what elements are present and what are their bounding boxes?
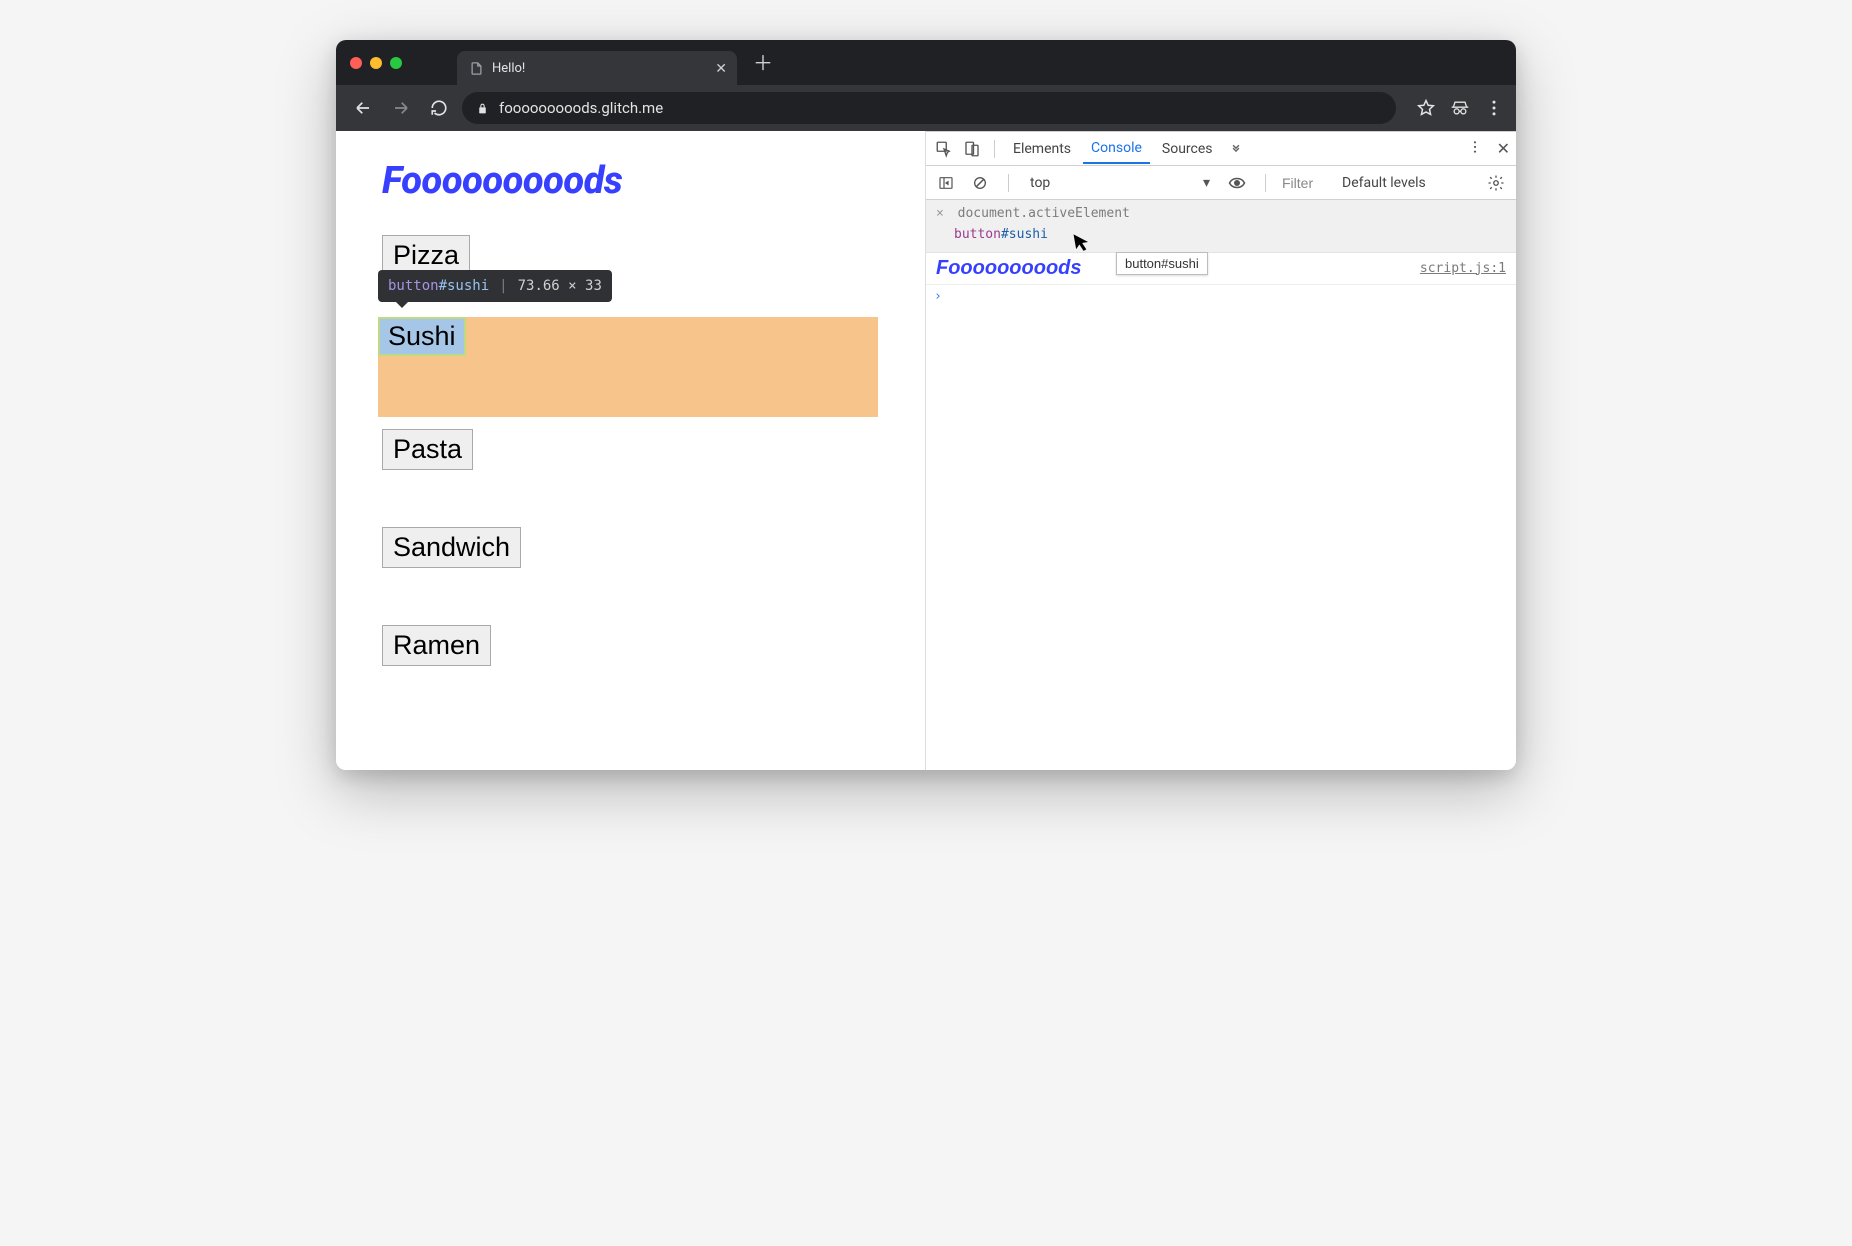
log-message: Fooooooooods: [936, 257, 1082, 280]
filter-input[interactable]: [1282, 175, 1332, 191]
close-tab-button[interactable]: ✕: [715, 60, 727, 77]
close-window-button[interactable]: [350, 57, 362, 69]
food-item: Sandwich: [382, 527, 879, 625]
browser-window: Hello! ✕ ＋ fooooooooods.glitch.me: [336, 40, 1516, 770]
reload-button[interactable]: [424, 93, 454, 123]
console-sidebar-toggle[interactable]: [934, 171, 958, 195]
sushi-button[interactable]: Sushi: [380, 319, 464, 354]
tab-elements[interactable]: Elements: [1005, 134, 1079, 163]
address-bar[interactable]: fooooooooods.glitch.me: [462, 92, 1396, 124]
console-output: × document.activeElement button#sushi Fo…: [926, 200, 1516, 770]
food-item-highlighted: button#sushi | 73.66 × 33 Sushi: [382, 317, 879, 427]
cursor-icon: [1072, 231, 1091, 253]
tab-sources[interactable]: Sources: [1154, 134, 1221, 163]
bookmark-star-button[interactable]: [1416, 98, 1436, 118]
devtools-panel: Elements Console Sources ✕: [926, 131, 1516, 770]
console-log-row: Fooooooooods script.js:1: [926, 253, 1516, 285]
console-toolbar: top ▾ Default levels: [926, 166, 1516, 200]
tooltip-dimensions: 73.66 × 33: [518, 278, 602, 294]
close-eager-button[interactable]: ×: [936, 206, 944, 221]
sandwich-button[interactable]: Sandwich: [382, 527, 521, 568]
eager-result-id: #sushi: [1001, 227, 1048, 242]
pasta-button[interactable]: Pasta: [382, 429, 473, 470]
new-tab-button[interactable]: ＋: [753, 53, 773, 73]
devtools-settings-button[interactable]: [1467, 139, 1483, 159]
inspect-element-button[interactable]: [932, 137, 956, 161]
live-expression-button[interactable]: [1225, 171, 1249, 195]
padding-overlay: Sushi: [378, 317, 466, 356]
food-item: Pasta: [382, 429, 879, 527]
maximize-window-button[interactable]: [390, 57, 402, 69]
browser-tab[interactable]: Hello! ✕: [457, 51, 737, 85]
page-heading: Fooooooooods: [382, 159, 879, 203]
log-levels-selector[interactable]: Default levels: [1342, 175, 1426, 191]
tab-title: Hello!: [492, 61, 525, 76]
element-hover-tooltip: button#sushi: [1116, 252, 1208, 275]
prompt-chevron-icon: ›: [934, 289, 942, 304]
element-inspect-tooltip: button#sushi | 73.66 × 33: [378, 270, 612, 302]
clear-console-button[interactable]: [968, 171, 992, 195]
browser-menu-button[interactable]: [1484, 98, 1504, 118]
incognito-icon[interactable]: [1450, 98, 1470, 118]
context-label: top: [1030, 175, 1050, 191]
console-settings-button[interactable]: [1484, 171, 1508, 195]
food-item: Ramen: [382, 625, 879, 723]
back-button[interactable]: [348, 93, 378, 123]
lock-icon: [476, 102, 489, 115]
tooltip-id: #sushi: [439, 278, 490, 294]
titlebar: Hello! ✕ ＋: [336, 40, 1516, 85]
device-toolbar-button[interactable]: [960, 137, 984, 161]
forward-button[interactable]: [386, 93, 416, 123]
content-area: Fooooooooods Pizza button#sushi | 73.66 …: [336, 131, 1516, 770]
more-tabs-button[interactable]: [1229, 140, 1243, 158]
window-controls: [350, 57, 402, 69]
eager-result[interactable]: button#sushi: [936, 225, 1506, 246]
eager-expression: document.activeElement: [958, 206, 1130, 221]
console-prompt[interactable]: ›: [926, 285, 1516, 308]
log-source-link[interactable]: script.js:1: [1420, 261, 1506, 276]
eager-result-tag: button: [954, 227, 1001, 242]
tab-console[interactable]: Console: [1083, 133, 1150, 164]
tooltip-tag: button: [388, 278, 439, 294]
devtools-close-button[interactable]: ✕: [1497, 139, 1510, 158]
page-icon: [469, 61, 484, 76]
rendered-page: Fooooooooods Pizza button#sushi | 73.66 …: [336, 131, 926, 770]
ramen-button[interactable]: Ramen: [382, 625, 491, 666]
devtools-tab-bar: Elements Console Sources ✕: [926, 132, 1516, 166]
context-selector[interactable]: top ▾: [1025, 172, 1215, 194]
minimize-window-button[interactable]: [370, 57, 382, 69]
food-list: Pizza button#sushi | 73.66 × 33 Sushi: [382, 235, 879, 723]
browser-toolbar: fooooooooods.glitch.me: [336, 85, 1516, 131]
eager-evaluation-row: × document.activeElement button#sushi: [926, 200, 1516, 253]
url-text: fooooooooods.glitch.me: [499, 99, 663, 117]
